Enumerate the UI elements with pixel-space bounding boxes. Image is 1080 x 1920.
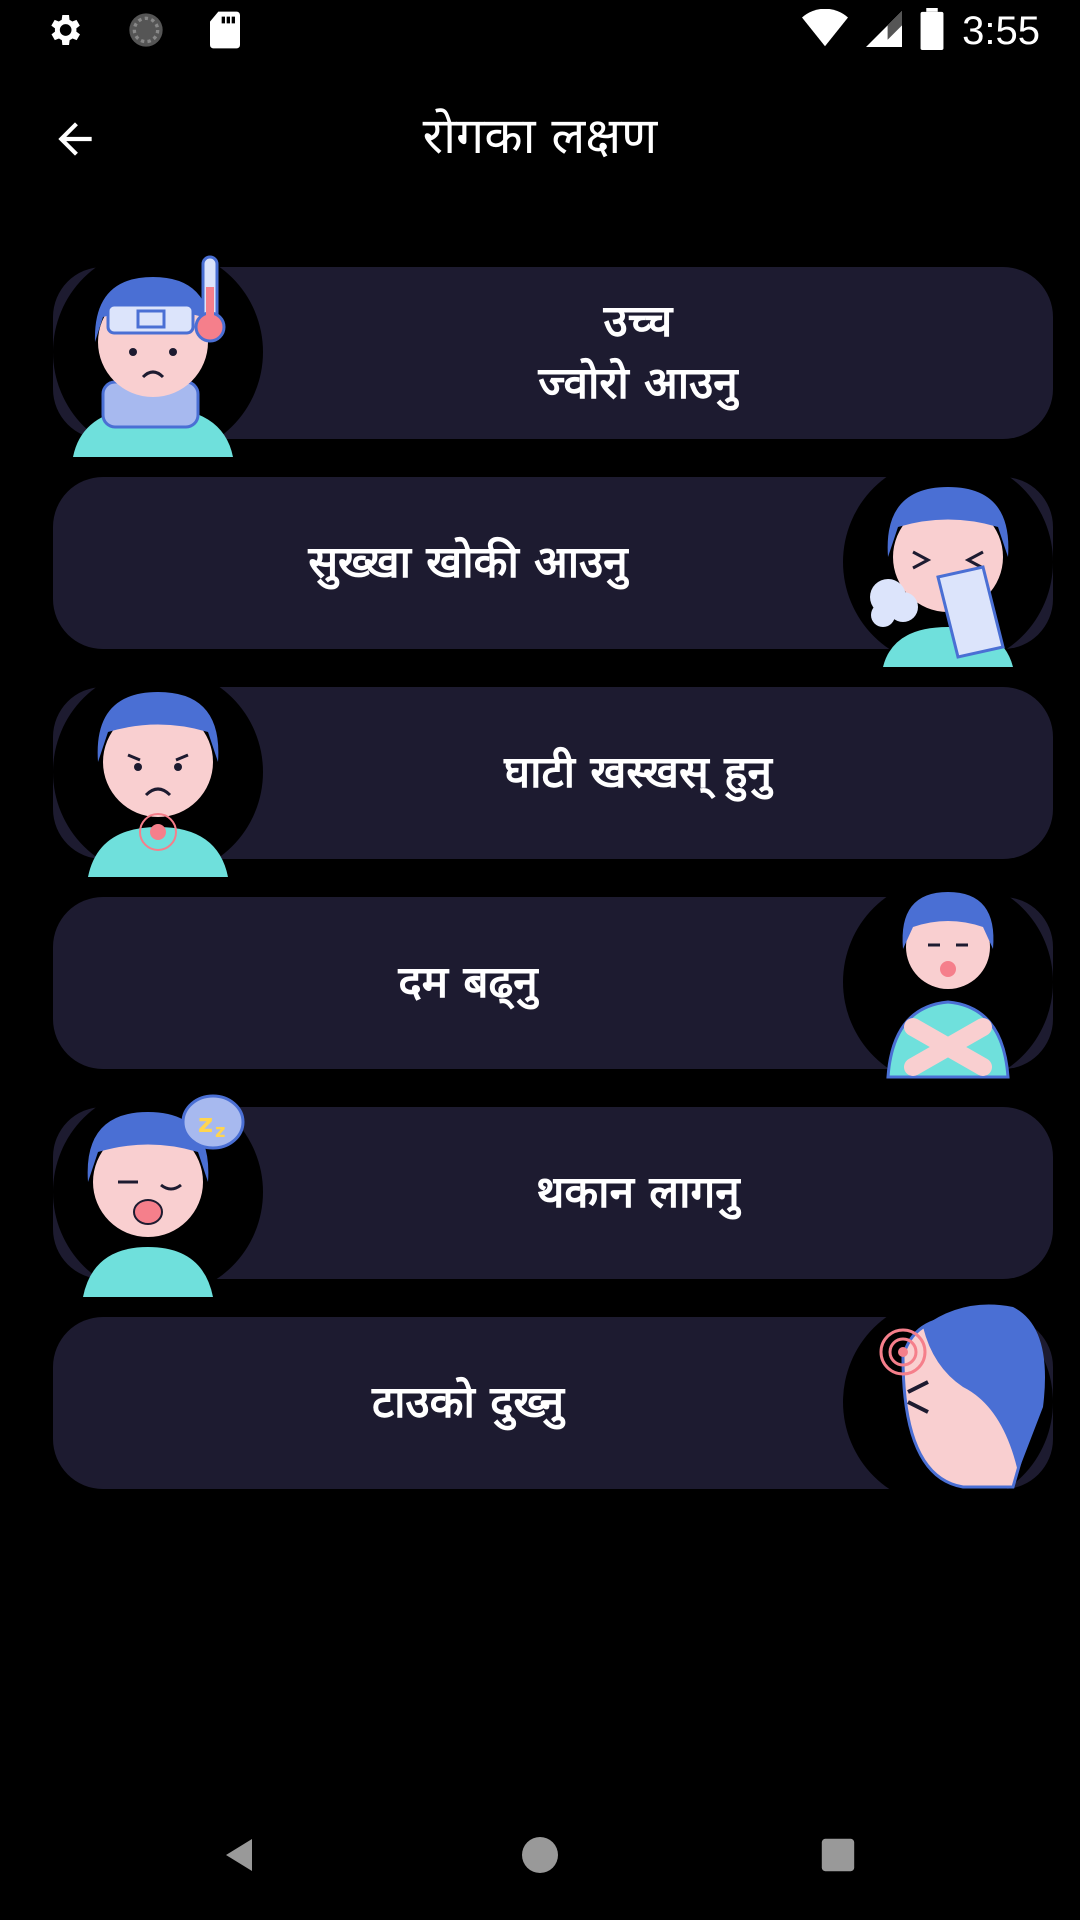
symptom-card-fever[interactable]: उच्च ज्वोरो आउनु (53, 247, 1053, 457)
symptom-card-sore-throat[interactable]: घाटी खस्खस् हुनु (53, 667, 1053, 877)
battery-icon (920, 8, 944, 54)
symptom-label: घाटी खस्खस् हुनु (504, 747, 772, 798)
wifi-icon (802, 8, 849, 53)
nav-back-button[interactable] (205, 1820, 275, 1890)
settings-icon (44, 10, 84, 54)
symptom-label: थकान लागनु (536, 1167, 740, 1218)
home-circle-icon (522, 1837, 558, 1873)
nav-home-button[interactable] (505, 1820, 575, 1890)
app-bar: रोगका लक्षण (0, 64, 1080, 204)
status-bar: 3:55 (0, 0, 1080, 64)
symptom-card-cough[interactable]: सुख्खा खोकी आउनु (53, 457, 1053, 667)
cough-avatar (843, 457, 1053, 667)
symptom-label: सुख्खा खोकी आउनु (308, 537, 628, 588)
symptom-card-tired[interactable]: z z थकान लागनु (53, 1087, 1053, 1297)
sd-card-icon (208, 10, 242, 54)
recents-square-icon (821, 1838, 855, 1872)
svg-text:z: z (198, 1109, 213, 1139)
symptom-card-headache[interactable]: टाउको दुख्नु (53, 1297, 1053, 1507)
sync-icon (126, 10, 166, 54)
tired-avatar: z z (53, 1087, 263, 1297)
fever-avatar (53, 247, 263, 457)
signal-icon (866, 9, 903, 53)
symptom-card-breathing[interactable]: दम बढ्नु (53, 877, 1053, 1087)
symptom-label: दम बढ्नु (398, 957, 538, 1008)
symptom-label: टाउको दुख्नु (371, 1377, 565, 1428)
back-triangle-icon (226, 1839, 252, 1871)
symptom-label: उच्च ज्वोरो आउनु (538, 296, 738, 409)
headache-avatar (843, 1297, 1053, 1507)
sore-throat-avatar (53, 667, 263, 877)
svg-text:z: z (215, 1121, 225, 1142)
breathing-avatar (843, 877, 1053, 1087)
system-nav-bar (0, 1790, 1080, 1920)
status-time: 3:55 (962, 8, 1040, 53)
nav-recents-button[interactable] (803, 1820, 873, 1890)
page-title: रोगका लक्षण (422, 107, 658, 165)
